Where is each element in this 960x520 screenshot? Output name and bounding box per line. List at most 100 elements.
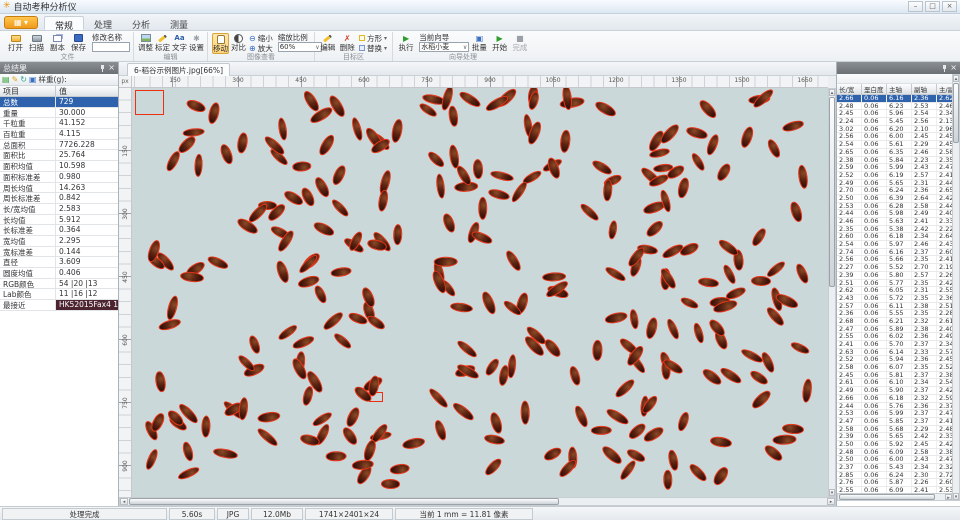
grain-row[interactable]: 2.620.066.052.312.55 <box>837 287 953 295</box>
grain[interactable] <box>488 411 504 435</box>
grain[interactable] <box>426 149 447 170</box>
grain-row[interactable]: 2.470.065.852.372.41 <box>837 418 953 426</box>
stat-row[interactable]: 宽均值2.295 <box>0 236 118 247</box>
contrast-button[interactable]: 对比 <box>231 33 246 52</box>
grain[interactable] <box>578 202 600 223</box>
grain[interactable] <box>697 97 719 120</box>
grain[interactable] <box>457 89 482 109</box>
grain[interactable] <box>401 435 426 450</box>
grain[interactable] <box>381 479 401 489</box>
grain-row[interactable]: 2.490.065.902.372.42 <box>837 387 953 395</box>
grain-row[interactable]: 2.530.066.282.582.44 <box>837 203 953 211</box>
grain[interactable] <box>591 425 612 434</box>
grain-row[interactable]: 2.760.065.872.262.60 <box>837 479 953 487</box>
grain-row[interactable]: 2.500.066.392.642.42 <box>837 195 953 203</box>
grain-row[interactable]: 2.510.065.772.352.42 <box>837 280 953 288</box>
grain-row[interactable]: 2.560.065.662.352.41 <box>837 256 953 264</box>
grain[interactable] <box>689 151 707 173</box>
grain[interactable] <box>667 449 680 471</box>
grain[interactable] <box>542 445 564 463</box>
grain[interactable] <box>236 132 249 154</box>
grain[interactable] <box>748 369 769 388</box>
grain[interactable] <box>603 265 627 284</box>
grain-close-icon[interactable]: × <box>950 64 957 72</box>
grain-row[interactable]: 2.610.066.102.342.54 <box>837 379 953 387</box>
grain[interactable] <box>276 322 298 341</box>
grain[interactable] <box>247 334 262 355</box>
grain[interactable] <box>201 416 211 438</box>
grain-row[interactable]: 2.590.065.992.432.47 <box>837 164 953 172</box>
grain[interactable] <box>312 284 328 305</box>
grain[interactable] <box>392 224 402 245</box>
rename-input[interactable] <box>92 42 130 52</box>
save-button[interactable]: 保存 <box>69 33 88 52</box>
grain[interactable] <box>181 441 195 463</box>
grain[interactable] <box>629 308 640 329</box>
grain[interactable] <box>750 389 773 412</box>
grain-row[interactable]: 2.660.066.162.362.62 <box>837 95 953 103</box>
execute-button[interactable]: ▶执行 <box>397 33 415 52</box>
stat-row[interactable]: 长/宽均值2.583 <box>0 204 118 215</box>
selection-rectangle[interactable] <box>135 90 164 115</box>
grain[interactable] <box>766 138 783 160</box>
grain[interactable] <box>218 142 235 165</box>
grain[interactable] <box>685 125 709 141</box>
grain[interactable] <box>207 101 222 125</box>
stat-row[interactable]: RGB颜色54 |20 |13 <box>0 279 118 290</box>
stat-row[interactable]: 千粒重41.152 <box>0 118 118 129</box>
scroll-down-icon[interactable]: ▾ <box>829 489 835 496</box>
grain[interactable] <box>676 176 691 199</box>
grain[interactable] <box>448 105 459 127</box>
grain[interactable] <box>301 385 315 406</box>
grain[interactable] <box>607 220 618 240</box>
replace-button[interactable]: 替换▾ <box>359 43 387 53</box>
grain[interactable] <box>321 310 345 332</box>
grain[interactable] <box>316 132 337 157</box>
zoom-in-button[interactable]: ⊕放大 <box>249 43 273 53</box>
grain-scroll-right-icon[interactable]: ▸ <box>945 494 952 500</box>
grain[interactable] <box>427 386 450 409</box>
grain[interactable] <box>691 322 705 345</box>
edit-target-button[interactable]: 编辑 <box>319 33 336 52</box>
grain-row[interactable]: 2.540.065.612.292.45 <box>837 141 953 149</box>
app-menu-button[interactable]: ▦ ▾ <box>4 16 38 29</box>
grain[interactable] <box>213 447 239 460</box>
grain[interactable] <box>451 400 476 422</box>
stat-row[interactable]: 直径3.609 <box>0 257 118 268</box>
grain[interactable] <box>645 219 666 240</box>
stat-row[interactable]: 长标准差0.364 <box>0 225 118 236</box>
grain[interactable] <box>592 340 603 361</box>
grain-row[interactable]: 3.020.066.202.102.96 <box>837 126 953 134</box>
h-scroll-thumb[interactable] <box>129 498 559 505</box>
grain-row[interactable]: 2.520.065.942.362.45 <box>837 356 953 364</box>
rect-shape-button[interactable]: 方形▾ <box>359 33 387 43</box>
grain[interactable] <box>675 410 691 432</box>
grain[interactable] <box>801 378 813 403</box>
grain[interactable] <box>292 334 317 351</box>
grain[interactable] <box>340 425 360 447</box>
grain[interactable] <box>487 187 511 201</box>
image-canvas[interactable] <box>132 88 828 497</box>
stat-row[interactable]: 重量30.000 <box>0 108 118 119</box>
start-button[interactable]: ▶开始 <box>491 33 509 52</box>
grain[interactable] <box>332 332 354 352</box>
grain[interactable] <box>183 126 205 137</box>
grain[interactable] <box>520 401 530 425</box>
grain[interactable] <box>144 448 160 471</box>
grain[interactable] <box>603 178 613 201</box>
stat-row[interactable]: 总面积7726.228 <box>0 140 118 151</box>
grain[interactable] <box>781 119 805 133</box>
grain[interactable] <box>193 153 203 176</box>
grain[interactable] <box>773 434 797 445</box>
grain[interactable] <box>180 270 205 283</box>
maximize-button[interactable]: □ <box>925 1 940 12</box>
tab-chuli[interactable]: 处理 <box>84 16 122 30</box>
grain[interactable] <box>719 365 744 385</box>
grain[interactable] <box>789 200 805 223</box>
grain-h-scrollbar[interactable]: ▸ <box>837 493 953 501</box>
grain-h-thumb[interactable] <box>839 494 935 500</box>
grain[interactable] <box>256 411 281 425</box>
grain-v-thumb[interactable] <box>953 83 959 143</box>
grain-row[interactable]: 2.540.065.972.462.43 <box>837 241 953 249</box>
grain-row[interactable]: 2.500.066.002.432.47 <box>837 456 953 464</box>
